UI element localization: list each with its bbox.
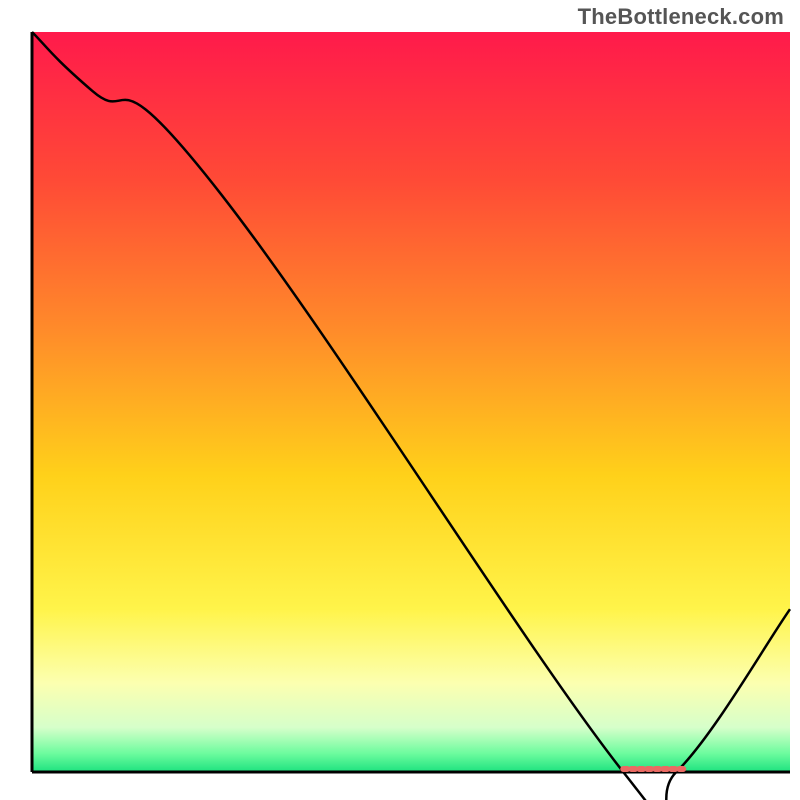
bottleneck-chart — [0, 0, 800, 800]
plot-area — [32, 32, 790, 800]
gradient-fill — [32, 32, 790, 772]
chart-wrapper: TheBottleneck.com — [0, 0, 800, 800]
